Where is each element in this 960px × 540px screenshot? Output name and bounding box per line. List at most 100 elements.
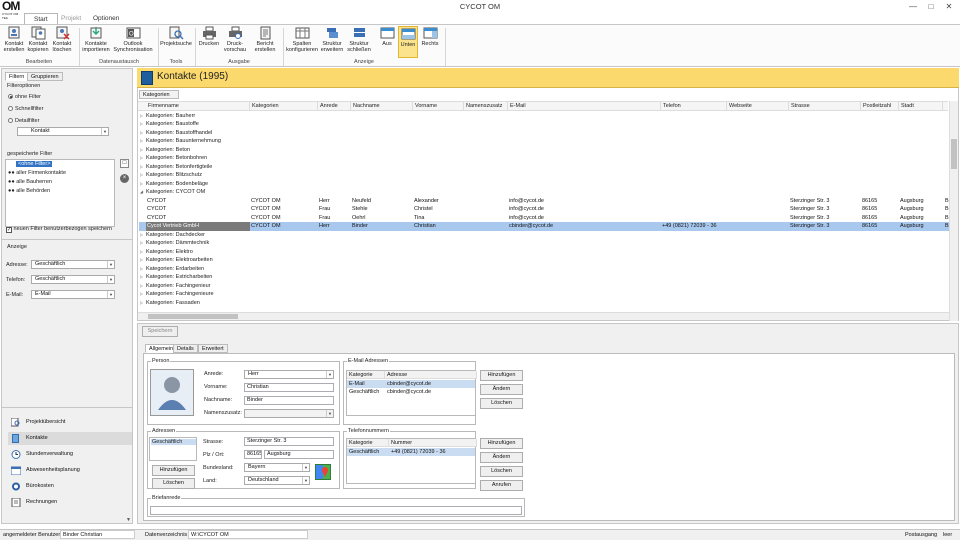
briefanrede-field[interactable] <box>150 506 522 515</box>
column-header[interactable]: Firmenname <box>146 102 250 111</box>
nav-rechnungen[interactable]: Rechnungen <box>8 496 132 509</box>
vorname-field[interactable]: Christian <box>244 383 334 392</box>
list-item[interactable]: ●● aller Firmenkontakte <box>8 170 66 176</box>
group-row[interactable]: ▷ Kategorien: Fassaden <box>140 299 200 308</box>
nav-abwesenheitsplanung[interactable]: Abwesenheitsplanung <box>8 464 132 477</box>
kontakt-loeschen-button[interactable]: Kontakt löschen <box>51 26 73 58</box>
column-header[interactable]: Postleitzahl <box>861 102 899 111</box>
group-row[interactable]: ▷ Kategorien: Elektroarbeiten <box>140 256 213 265</box>
group-row[interactable]: ▷ Kategorien: Bauunternehmung <box>140 137 221 146</box>
spalten-konfigurieren-button[interactable]: Spalten konfigurieren <box>286 26 318 58</box>
table-row[interactable]: Geschäftlich +49 (0821) 72039 - 36 <box>347 448 475 456</box>
column-header[interactable]: Telefon <box>661 102 727 111</box>
nav-projektuebersicht[interactable]: Projektübersicht <box>8 416 132 429</box>
group-row[interactable]: ▷ Kategorien: Fachingenieure <box>140 290 214 299</box>
group-row[interactable]: ▷ Kategorien: Blitzschutz <box>140 171 202 180</box>
minimize-icon[interactable]: — <box>906 2 920 12</box>
column-header[interactable]: Namenszusatz <box>464 102 508 111</box>
column-header[interactable]: Kategorien <box>250 102 318 111</box>
group-row[interactable]: ▷ Kategorien: Betonbohren <box>140 154 207 163</box>
detailfilter-combo[interactable]: Kontakt ▼ <box>17 127 109 136</box>
nav-stundenverwaltung[interactable]: Stundenverwaltung <box>8 448 132 461</box>
anzeige-rechts-button[interactable]: Rechts <box>420 26 440 58</box>
email-combo[interactable]: E-Mail ▼ <box>31 290 115 299</box>
phone-call-button[interactable]: Anrufen <box>480 480 523 491</box>
phone-edit-button[interactable]: Ändern <box>480 452 523 463</box>
column-header[interactable]: E-Mail <box>508 102 661 111</box>
save-filter-icon[interactable]: □ <box>120 159 129 168</box>
column-header[interactable]: Kategorie <box>347 371 385 379</box>
plz-field[interactable]: 86165 <box>244 450 262 459</box>
column-header[interactable]: Nachname <box>351 102 413 111</box>
ort-field[interactable]: Augsburg <box>264 450 334 459</box>
email-delete-button[interactable]: Löschen <box>480 398 523 409</box>
kontakte-importieren-button[interactable]: Kontakte importieren <box>82 26 110 58</box>
group-row[interactable]: ▷ Kategorien: Bodenbeläge <box>140 180 208 189</box>
group-row[interactable]: ◢ Kategorien: CYCOT OM <box>140 188 205 197</box>
list-item[interactable]: <ohne Filter> <box>16 161 53 167</box>
struktur-erweitern-button[interactable]: Struktur erweitern <box>320 26 344 58</box>
group-row[interactable]: ▷ Kategorien: Fachingenieur <box>140 282 211 291</box>
group-row[interactable]: ▷ Kategorien: Elektro <box>140 248 193 257</box>
email-edit-button[interactable]: Ändern <box>480 384 523 395</box>
struktur-schliessen-button[interactable]: Struktur schließen <box>346 26 372 58</box>
group-row[interactable]: ▷ Kategorien: Bauherr <box>140 112 195 121</box>
grid-vertical-scrollbar[interactable] <box>949 101 958 321</box>
group-row[interactable]: ▷ Kategorien: Erdarbeiten <box>140 265 204 274</box>
land-combo[interactable]: Deutschland ▼ <box>244 476 310 485</box>
column-header[interactable]: Nummer <box>389 439 477 447</box>
bericht-erstellen-button[interactable]: Bericht erstellen <box>251 26 279 58</box>
group-row[interactable]: ▷ Kategorien: Estricharbeiten <box>140 273 212 282</box>
list-item[interactable]: ●● alle Bauherren <box>8 179 52 185</box>
tab-erweitert[interactable]: Erweitert <box>198 344 228 353</box>
column-header[interactable]: Adresse <box>385 371 477 379</box>
close-icon[interactable]: ✕ <box>942 2 956 12</box>
group-row[interactable]: ▷ Kategorien: Baustoffe <box>140 120 199 129</box>
druckvorschau-button[interactable]: Druck-vorschau <box>222 26 248 58</box>
user-filter-checkbox[interactable]: ✓ neuen Filter benutzerbezogen speichern <box>6 226 112 233</box>
table-row[interactable]: Geschäftlich cbinder@cycot.de <box>347 388 475 396</box>
map-icon[interactable] <box>315 464 331 480</box>
anzeige-aus-button[interactable]: Aus <box>378 26 396 58</box>
group-row[interactable]: ▷ Kategorien: Dachdecker <box>140 231 205 240</box>
nav-buerokosten[interactable]: Bürokosten <box>8 480 132 493</box>
tab-optionen[interactable]: Optionen <box>84 13 128 24</box>
group-row[interactable]: ▷ Kategorien: Baustoffhandel <box>140 129 212 138</box>
column-header[interactable]: Strasse <box>789 102 861 111</box>
column-header[interactable]: Kategorie <box>347 439 389 447</box>
tab-details[interactable]: Details <box>173 344 198 353</box>
table-row[interactable]: E-Mail cbinder@cycot.de <box>347 380 475 388</box>
column-header[interactable]: Webseite <box>727 102 789 111</box>
adresse-combo[interactable]: Geschäftlich ▼ <box>31 260 115 269</box>
tab-filtern[interactable]: Filtern <box>5 72 29 81</box>
column-header[interactable]: Anrede <box>318 102 351 111</box>
email-add-button[interactable]: Hinzufügen <box>480 370 523 381</box>
scrollbar-thumb[interactable] <box>951 139 957 169</box>
column-header[interactable]: Vorname <box>413 102 464 111</box>
nav-kontakte[interactable]: Kontakte <box>8 432 132 445</box>
phone-delete-button[interactable]: Löschen <box>480 466 523 477</box>
nachname-field[interactable]: Binder <box>244 396 334 405</box>
outlook-synchronisation-button[interactable]: O Outlook Synchronisation <box>112 26 154 58</box>
bundesland-combo[interactable]: Bayern ▼ <box>244 463 310 472</box>
group-row[interactable]: ▷ Kategorien: Betonfertigteile <box>140 163 212 172</box>
tab-gruppieren[interactable]: Gruppieren <box>27 72 63 81</box>
delete-filter-icon[interactable]: × <box>120 174 129 183</box>
address-add-button[interactable]: Hinzufügen <box>152 465 195 476</box>
group-row[interactable]: ▷ Kategorien: Beton <box>140 146 190 155</box>
radio-ohne-filter[interactable]: ohne Filter <box>8 94 41 100</box>
maximize-icon[interactable]: □ <box>924 2 938 12</box>
anzeige-unten-button[interactable]: Unten <box>398 26 418 58</box>
column-header[interactable]: Stadt <box>899 102 943 111</box>
grid-horizontal-scrollbar[interactable] <box>138 312 949 320</box>
radio-detailfilter[interactable]: Detailfilter <box>8 118 39 124</box>
strasse-field[interactable]: Sterzinger Str. 3 <box>244 437 334 446</box>
group-by-kategorien-chip[interactable]: Kategorien <box>139 90 179 99</box>
scrollbar-thumb[interactable] <box>148 314 238 319</box>
avatar[interactable] <box>150 369 194 416</box>
address-delete-button[interactable]: Löschen <box>152 478 195 489</box>
kontakt-erstellen-button[interactable]: Kontakt erstellen <box>3 26 25 58</box>
drucken-button[interactable]: Drucken <box>198 26 220 58</box>
list-item[interactable]: ●● alle Behörden <box>8 188 50 194</box>
panel-scroll-down-icon[interactable]: ▼ <box>126 517 132 523</box>
